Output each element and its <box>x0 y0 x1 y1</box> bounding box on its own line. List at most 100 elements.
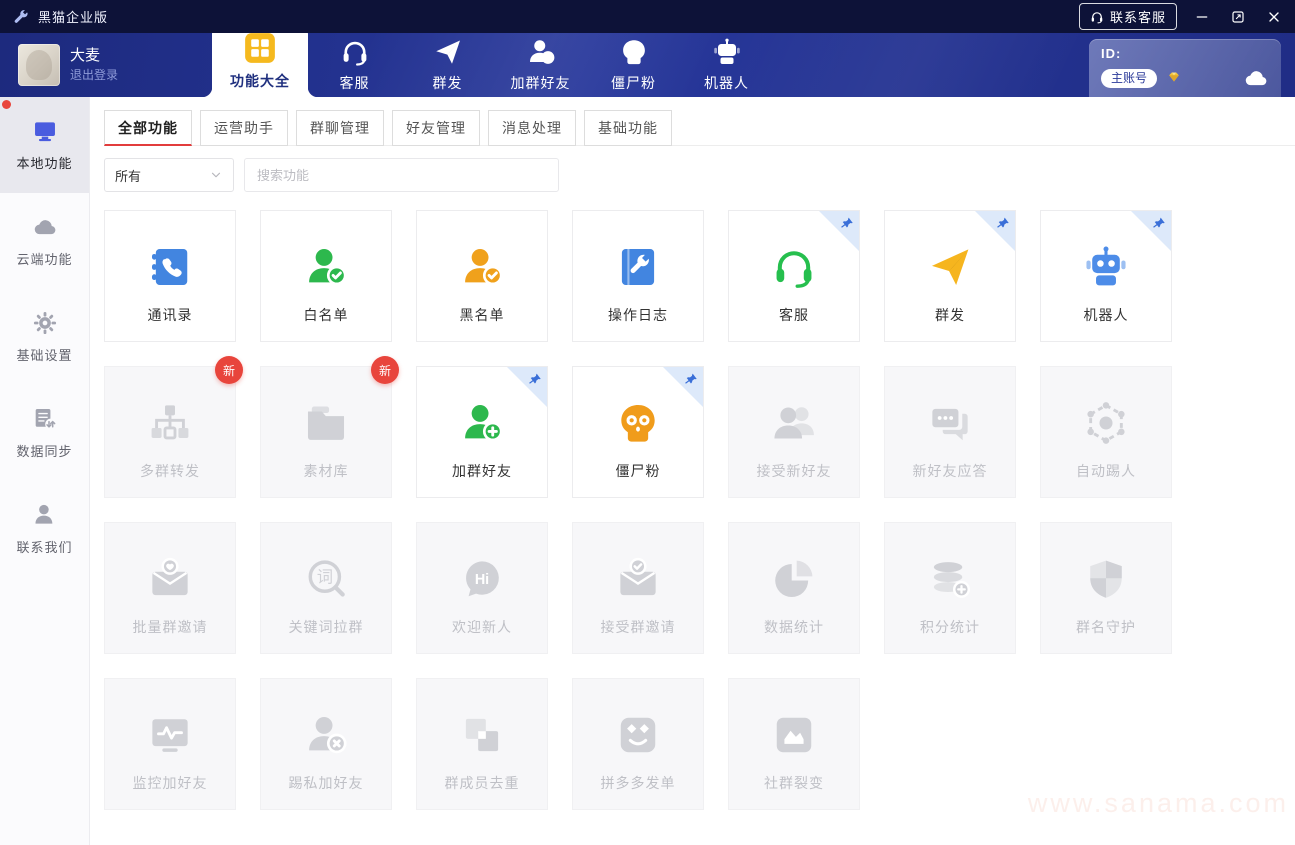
card-people[interactable]: 接受新好友 <box>728 366 860 498</box>
header-nav-label: 客服 <box>340 73 370 93</box>
card-envelope-check[interactable]: 接受群邀请 <box>572 522 704 654</box>
card-robot[interactable]: 机器人 <box>1040 210 1172 342</box>
card-pie[interactable]: 数据统计 <box>728 522 860 654</box>
svg-text:Hi: Hi <box>475 572 489 588</box>
pin-icon <box>994 215 1011 232</box>
cloud-icon <box>1243 65 1269 91</box>
tab-3[interactable]: 好友管理 <box>392 110 480 146</box>
sidebar-item-label: 联系我们 <box>16 537 72 556</box>
logout-link[interactable]: 退出登录 <box>70 66 118 84</box>
chat-icon <box>925 398 975 448</box>
tab-2[interactable]: 群聊管理 <box>296 110 384 146</box>
robot-icon <box>1081 242 1131 292</box>
tab-5[interactable]: 基础功能 <box>584 110 672 146</box>
header-nav-robot[interactable]: 机器人 <box>680 33 773 97</box>
monitor-icon <box>32 118 58 144</box>
tab-1[interactable]: 运营助手 <box>200 110 288 146</box>
card-skull[interactable]: 僵尸粉 <box>572 366 704 498</box>
body: 本地功能云端功能基础设置数据同步联系我们 全部功能运营助手群聊管理好友管理消息处… <box>0 97 1295 845</box>
chevron-down-icon <box>209 168 223 182</box>
header-nav-plane[interactable]: 群发 <box>401 33 494 97</box>
card-label: 僵尸粉 <box>616 461 661 481</box>
card-headset[interactable]: 客服 <box>728 210 860 342</box>
sidebar: 本地功能云端功能基础设置数据同步联系我们 <box>0 97 90 845</box>
plane-icon <box>925 242 975 292</box>
card-label: 多群转发 <box>140 461 200 481</box>
card-folder[interactable]: 素材库新 <box>260 366 392 498</box>
card-hi-circle[interactable]: Hi欢迎新人 <box>416 522 548 654</box>
card-fission[interactable]: 社群裂变 <box>728 678 860 810</box>
card-person-x[interactable]: 踢私加好友 <box>260 678 392 810</box>
sidebar-item-sync[interactable]: 数据同步 <box>0 385 89 481</box>
contact-support-label: 联系客服 <box>1110 7 1166 26</box>
person-check-icon <box>457 242 507 292</box>
header-nav-person-plus[interactable]: 加群好友 <box>494 33 587 97</box>
sidebar-item-person[interactable]: 联系我们 <box>0 481 89 577</box>
sidebar-item-monitor[interactable]: 本地功能 <box>0 97 89 193</box>
card-label: 批量群邀请 <box>133 617 208 637</box>
card-database[interactable]: 积分统计 <box>884 522 1016 654</box>
category-select[interactable]: 所有 <box>104 158 234 192</box>
tab-0[interactable]: 全部功能 <box>104 110 192 146</box>
header-nav-skull[interactable]: 僵尸粉 <box>587 33 680 97</box>
card-shield[interactable]: 群名守护 <box>1040 522 1172 654</box>
sidebar-item-label: 本地功能 <box>16 153 72 172</box>
card-monitor-pulse[interactable]: 监控加好友 <box>104 678 236 810</box>
card-label: 踢私加好友 <box>289 773 364 793</box>
account-type-badge: 主账号 <box>1101 69 1157 88</box>
card-envelope-heart[interactable]: 批量群邀请 <box>104 522 236 654</box>
plane-icon <box>433 37 463 67</box>
gear-icon <box>32 310 58 336</box>
account-row: 主账号 <box>1101 65 1269 91</box>
card-logbook[interactable]: 操作日志 <box>572 210 704 342</box>
card-orgchart[interactable]: 多群转发新 <box>104 366 236 498</box>
card-addressbook[interactable]: 通讯录 <box>104 210 236 342</box>
card-plane[interactable]: 群发 <box>884 210 1016 342</box>
minimize-button[interactable] <box>1191 6 1213 28</box>
header-nav-label: 加群好友 <box>511 73 571 93</box>
card-label: 客服 <box>779 305 809 325</box>
person-check-icon <box>301 242 351 292</box>
app-title: 黑猫企业版 <box>38 7 108 26</box>
grid-icon <box>243 31 277 65</box>
card-person-plus[interactable]: 加群好友 <box>416 366 548 498</box>
card-network[interactable]: 自动踢人 <box>1040 366 1172 498</box>
card-label: 积分统计 <box>920 617 980 637</box>
avatar[interactable] <box>18 44 60 86</box>
contact-support-button[interactable]: 联系客服 <box>1079 3 1177 30</box>
header-nav-grid[interactable]: 功能大全 <box>212 24 308 97</box>
card-pdd[interactable]: 拼多多发单 <box>572 678 704 810</box>
skull-icon <box>613 398 663 448</box>
person-x-icon <box>301 710 351 760</box>
person-icon <box>32 502 58 528</box>
card-person-check[interactable]: 白名单 <box>260 210 392 342</box>
headset-icon <box>769 242 819 292</box>
sidebar-item-cloud[interactable]: 云端功能 <box>0 193 89 289</box>
database-icon <box>925 554 975 604</box>
feature-grid: 通讯录白名单黑名单操作日志客服 群发 机器人多群转发新素材库新加群好友僵尸粉 接受新好… <box>104 210 1295 810</box>
notification-dot <box>2 100 11 109</box>
card-word-circle[interactable]: 词关键词拉群 <box>260 522 392 654</box>
card-person-check[interactable]: 黑名单 <box>416 210 548 342</box>
network-icon <box>1081 398 1131 448</box>
logbook-icon <box>613 242 663 292</box>
addressbook-icon <box>145 242 195 292</box>
card-chat[interactable]: 新好友应答 <box>884 366 1016 498</box>
close-button[interactable] <box>1263 6 1285 28</box>
card-label: 群发 <box>935 305 965 325</box>
card-label: 自动踢人 <box>1076 461 1136 481</box>
main-area: 全部功能运营助手群聊管理好友管理消息处理基础功能 所有 通讯录白名单黑名单操作日… <box>90 97 1295 845</box>
search-input[interactable] <box>244 158 559 192</box>
card-squares[interactable]: 群成员去重 <box>416 678 548 810</box>
category-select-value: 所有 <box>115 166 141 185</box>
sidebar-item-gear[interactable]: 基础设置 <box>0 289 89 385</box>
maximize-button[interactable] <box>1227 6 1249 28</box>
header-nav-headset[interactable]: 客服 <box>308 33 401 97</box>
user-block: 大麦 退出登录 <box>0 33 212 97</box>
tab-4[interactable]: 消息处理 <box>488 110 576 146</box>
titlebar-right: 联系客服 <box>1079 3 1285 30</box>
word-circle-icon: 词 <box>301 554 351 604</box>
hi-circle-icon: Hi <box>457 554 507 604</box>
app-logo-wrench-icon <box>12 8 30 26</box>
cloud-icon <box>32 214 58 240</box>
